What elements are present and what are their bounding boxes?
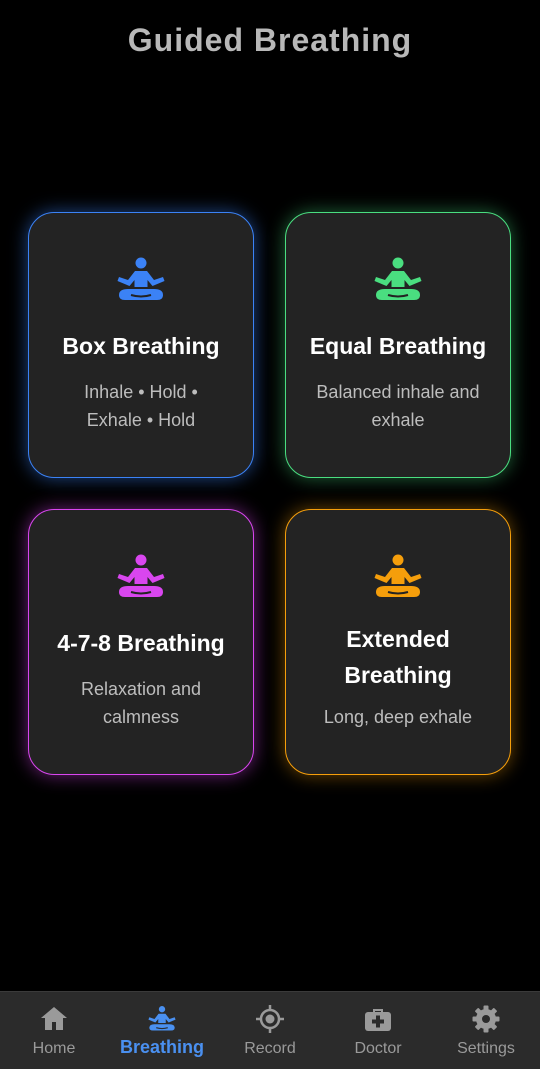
medical-kit-icon [365, 1009, 391, 1031]
card-title: Extended Breathing [332, 621, 463, 693]
card-description: Inhale • Hold • Exhale • Hold [66, 378, 216, 434]
card-title-line: Extended [346, 626, 450, 652]
meditation-icon [117, 554, 165, 597]
card-description-line: Relaxation and [80, 679, 202, 699]
target-icon [256, 1005, 284, 1033]
card-title: Equal Breathing [309, 333, 487, 359]
page-title: Guided Breathing [127, 22, 413, 58]
card-description-line: Inhale • Hold • [84, 382, 198, 402]
home-icon [41, 1007, 67, 1030]
nav-item-breathing[interactable]: Breathing [108, 992, 216, 1069]
card-478-breathing[interactable]: 4-7-8 Breathing Relaxation and calmness [28, 509, 254, 775]
nav-label: Breathing [119, 1037, 204, 1057]
card-equal-breathing[interactable]: Equal Breathing Balanced inhale and exha… [285, 212, 511, 478]
meditation-icon [374, 257, 422, 300]
nav-item-settings[interactable]: Settings [432, 992, 540, 1069]
bottom-navigation: Home Breathing Record Doctor Settings [0, 991, 540, 1069]
card-box-breathing[interactable]: Box Breathing Inhale • Hold • Exhale • H… [28, 212, 254, 478]
card-description: Balanced inhale and exhale [298, 378, 497, 434]
nav-item-home[interactable]: Home [0, 992, 108, 1069]
meditation-icon [148, 1006, 176, 1031]
meditation-icon [117, 257, 165, 300]
nav-label: Settings [457, 1040, 515, 1057]
meditation-icon [374, 554, 422, 597]
nav-label: Doctor [354, 1040, 402, 1057]
card-description-line: calmness [102, 707, 180, 727]
card-title: 4-7-8 Breathing [57, 630, 225, 656]
card-description: Long, deep exhale [306, 703, 490, 731]
card-description: Relaxation and calmness [63, 675, 219, 731]
card-description-line: exhale [371, 410, 425, 430]
card-description-line: Long, deep exhale [323, 707, 473, 727]
gear-icon [472, 1005, 500, 1033]
nav-label: Record [244, 1040, 296, 1057]
nav-item-doctor[interactable]: Doctor [324, 992, 432, 1069]
card-description-line: Balanced inhale and [316, 382, 480, 402]
card-description-line: Exhale • Hold [86, 410, 196, 430]
card-title-line: Breathing [344, 662, 452, 688]
card-title: Box Breathing [62, 333, 220, 359]
card-extended-breathing[interactable]: Extended Breathing Long, deep exhale [285, 509, 511, 775]
nav-item-record[interactable]: Record [216, 992, 324, 1069]
nav-label: Home [32, 1040, 76, 1057]
